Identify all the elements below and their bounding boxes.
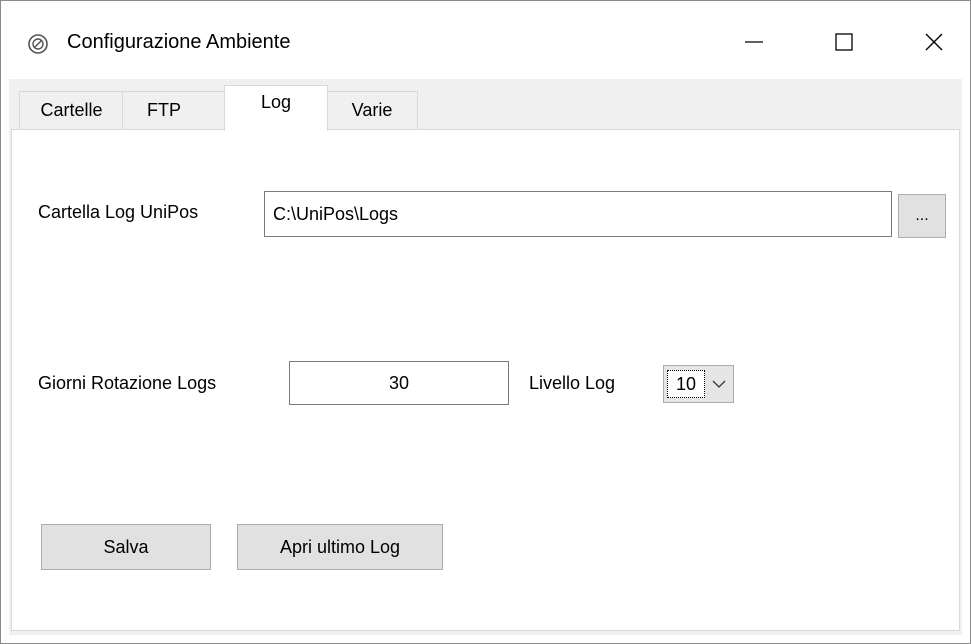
- close-button[interactable]: [911, 19, 957, 65]
- window-title: Configurazione Ambiente: [67, 31, 291, 53]
- open-last-log-button[interactable]: Apri ultimo Log: [237, 524, 443, 570]
- rotation-days-input[interactable]: [289, 361, 509, 405]
- minimize-icon: [745, 41, 763, 43]
- tab-strip: Cartelle FTP Log Varie: [19, 85, 962, 131]
- close-icon: [925, 33, 943, 51]
- minimize-button[interactable]: [731, 19, 777, 65]
- save-button[interactable]: Salva: [41, 524, 211, 570]
- log-tab-panel: Cartella Log UniPos ... Giorni Rotazione…: [11, 129, 960, 631]
- tab-ftp[interactable]: FTP: [122, 91, 226, 129]
- maximize-button[interactable]: [821, 19, 867, 65]
- log-level-label: Livello Log: [529, 373, 616, 393]
- rotation-days-label: Giorni Rotazione Logs: [38, 373, 217, 393]
- settings-gauge-icon: [28, 34, 48, 54]
- log-folder-label: Cartella Log UniPos: [38, 202, 199, 222]
- title-bar[interactable]: Configurazione Ambiente: [1, 1, 970, 79]
- log-level-value: 10: [667, 370, 705, 398]
- tab-log[interactable]: Log: [224, 85, 328, 131]
- chevron-down-icon: [712, 380, 726, 388]
- log-level-select[interactable]: 10: [663, 365, 734, 403]
- tab-varie[interactable]: Varie: [326, 91, 418, 129]
- browse-folder-button[interactable]: ...: [898, 194, 946, 238]
- config-window: Configurazione Ambiente Cartelle FTP Log…: [0, 0, 971, 644]
- log-folder-input[interactable]: [264, 191, 892, 237]
- tab-cartelle[interactable]: Cartelle: [19, 91, 124, 129]
- maximize-icon: [835, 33, 853, 51]
- window-client-area: Cartelle FTP Log Varie Cartella Log UniP…: [9, 79, 962, 635]
